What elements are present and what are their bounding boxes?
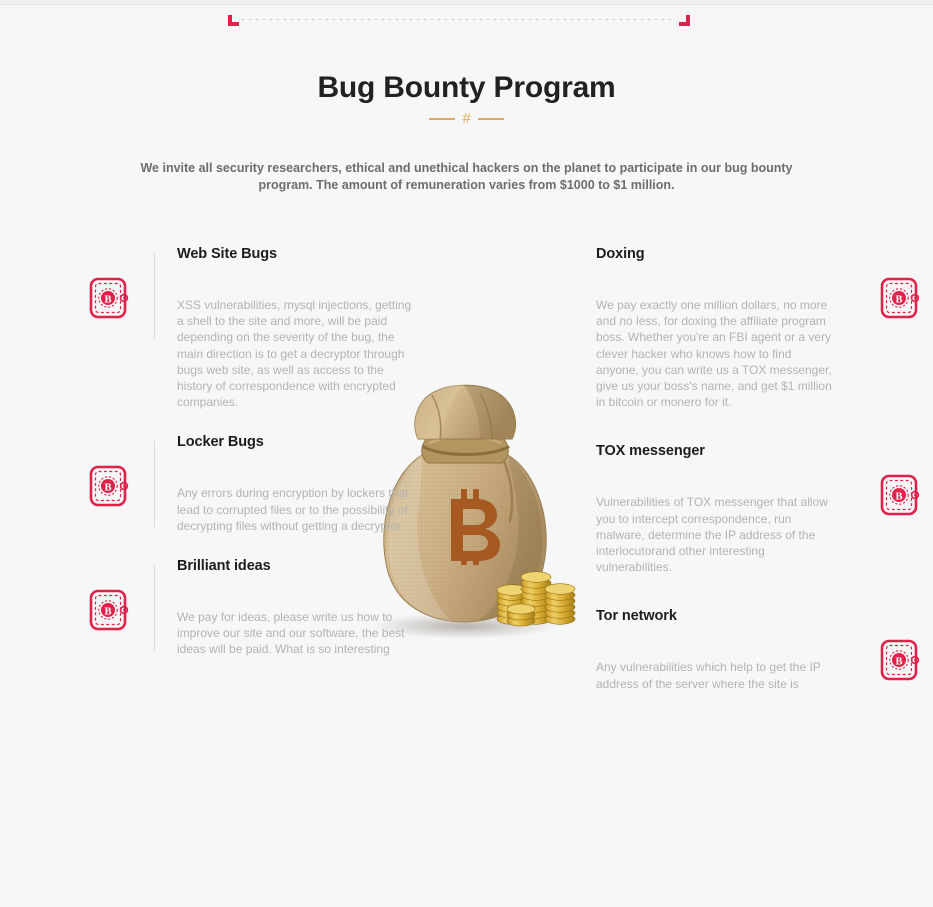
feature-tox-messenger: B TOX messenger Vulnerabilities of TOX m… xyxy=(596,442,933,575)
feature-title: Brilliant ideas xyxy=(177,558,271,575)
svg-text:B: B xyxy=(895,294,902,305)
feature-icon-cell: B xyxy=(857,442,933,518)
bitcoin-wallet-icon: B xyxy=(87,463,133,509)
feature-body: We pay for ideas, please write us how to… xyxy=(177,610,405,657)
bitcoin-wallet-icon: B xyxy=(878,472,924,518)
svg-text:B: B xyxy=(895,492,902,503)
feature-text-cell: Locker Bugs Any errors during encryption… xyxy=(155,433,416,534)
feature-doxing: B Doxing We pay exactly one million doll… xyxy=(596,245,933,410)
feature-web-site-bugs: B Web Site Bugs XSS vulnerabilities, mys… xyxy=(66,245,416,410)
feature-text-cell: Web Site Bugs XSS vulnerabilities, mysql… xyxy=(155,245,416,410)
feature-icon-cell: B xyxy=(66,245,154,321)
feature-title: Doxing xyxy=(596,246,645,262)
feature-title: Web Site Bugs xyxy=(177,246,277,262)
feature-text-cell: Brilliant ideas We pay for ideas, please… xyxy=(155,557,416,658)
feature-text-cell: TOX messenger Vulnerabilities of TOX mes… xyxy=(596,442,857,575)
divider-bar-left xyxy=(429,117,456,120)
feature-text-cell: Doxing We pay exactly one million dollar… xyxy=(596,245,857,410)
bitcoin-wallet-icon: B xyxy=(878,637,924,683)
feature-title: Locker Bugs xyxy=(177,434,264,451)
feature-column-right: B Doxing We pay exactly one million doll… xyxy=(596,245,933,692)
divider-bar-right xyxy=(477,117,504,120)
dotted-line xyxy=(242,19,676,20)
bitcoin-wallet-icon: B xyxy=(87,275,133,321)
feature-icon-cell: B xyxy=(857,607,933,683)
feature-body: Vulnerabilities of TOX messenger that al… xyxy=(596,495,828,575)
feature-column-left: B Web Site Bugs XSS vulnerabilities, mys… xyxy=(66,245,416,658)
svg-text:B: B xyxy=(104,483,111,494)
feature-text-cell: Tor network Any vulnerabilities which he… xyxy=(596,607,857,691)
feature-body: We pay exactly one million dollars, no m… xyxy=(596,298,832,410)
feature-body: Any errors during encryption by lockers … xyxy=(177,486,409,533)
feature-brilliant-ideas: B Brilliant ideas We pay for ideas, plea… xyxy=(66,557,416,658)
feature-icon-cell: B xyxy=(857,245,933,321)
page-root: Bug Bounty Program # We invite all secur… xyxy=(0,5,933,907)
feature-title: TOX messenger xyxy=(596,443,705,460)
bitcoin-wallet-icon: B xyxy=(87,587,133,633)
svg-text:B: B xyxy=(104,606,111,617)
top-decorative-rule xyxy=(228,11,690,27)
feature-body: XSS vulnerabilities, mysql injections, g… xyxy=(177,298,412,410)
corner-bracket-right-icon xyxy=(679,15,690,26)
hash-divider: # xyxy=(0,111,933,126)
svg-text:B: B xyxy=(104,294,111,305)
bitcoin-wallet-icon: B xyxy=(878,275,924,321)
corner-bracket-left-icon xyxy=(228,15,239,26)
feature-tor-network: B Tor network Any vulnerabilities which … xyxy=(596,607,933,691)
svg-text:B: B xyxy=(895,657,902,668)
feature-locker-bugs: B Locker Bugs Any errors during encrypti… xyxy=(66,433,416,534)
feature-icon-cell: B xyxy=(66,557,154,633)
feature-icon-cell: B xyxy=(66,433,154,509)
hash-symbol-icon: # xyxy=(462,110,471,127)
intro-paragraph: We invite all security researchers, ethi… xyxy=(140,160,793,192)
feature-title: Tor network xyxy=(596,608,677,625)
page-title: Bug Bounty Program xyxy=(317,71,616,105)
feature-body: Any vulnerabilities which help to get th… xyxy=(596,660,821,691)
